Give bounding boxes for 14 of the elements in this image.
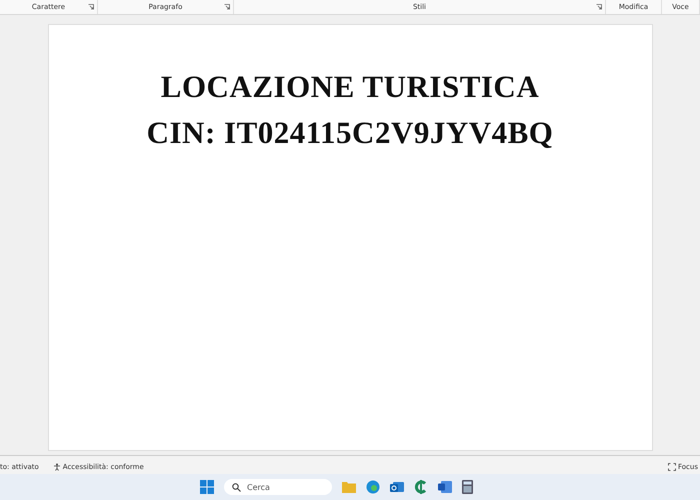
dialog-launcher-icon[interactable]: [596, 4, 602, 10]
dialog-launcher-icon[interactable]: [224, 4, 230, 10]
app-icon[interactable]: [414, 480, 428, 494]
accessibility-icon[interactable]: [52, 463, 61, 471]
document-heading: CIN: IT024115C2V9JYV4BQ: [146, 115, 554, 151]
browser-icon[interactable]: [366, 480, 380, 494]
search-icon: [232, 483, 241, 492]
focus-icon[interactable]: [668, 463, 676, 471]
taskbar-search-field[interactable]: Cerca: [224, 479, 332, 495]
document-heading: LOCAZIONE TURISTICA: [160, 69, 540, 105]
calculator-icon[interactable]: [462, 480, 473, 494]
mail-icon[interactable]: [390, 480, 404, 494]
windows-start-icon[interactable]: [200, 480, 214, 494]
dialog-launcher-icon[interactable]: [88, 4, 94, 10]
